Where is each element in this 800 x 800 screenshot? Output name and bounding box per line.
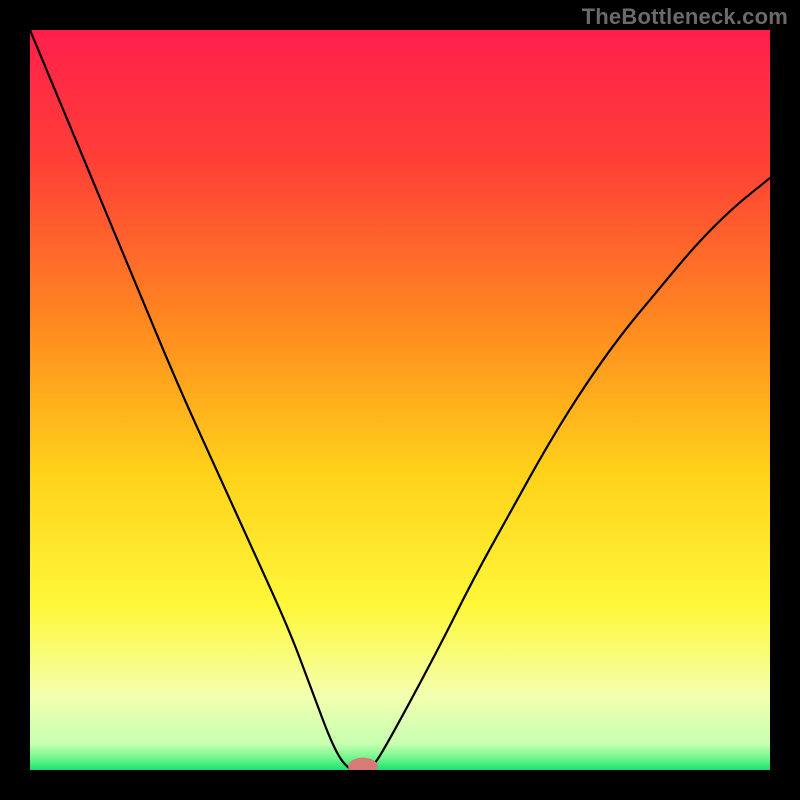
chart-frame: TheBottleneck.com — [0, 0, 800, 800]
watermark-text: TheBottleneck.com — [582, 4, 788, 30]
bottleneck-chart — [30, 30, 770, 770]
chart-background — [30, 30, 770, 770]
chart-svg — [30, 30, 770, 770]
